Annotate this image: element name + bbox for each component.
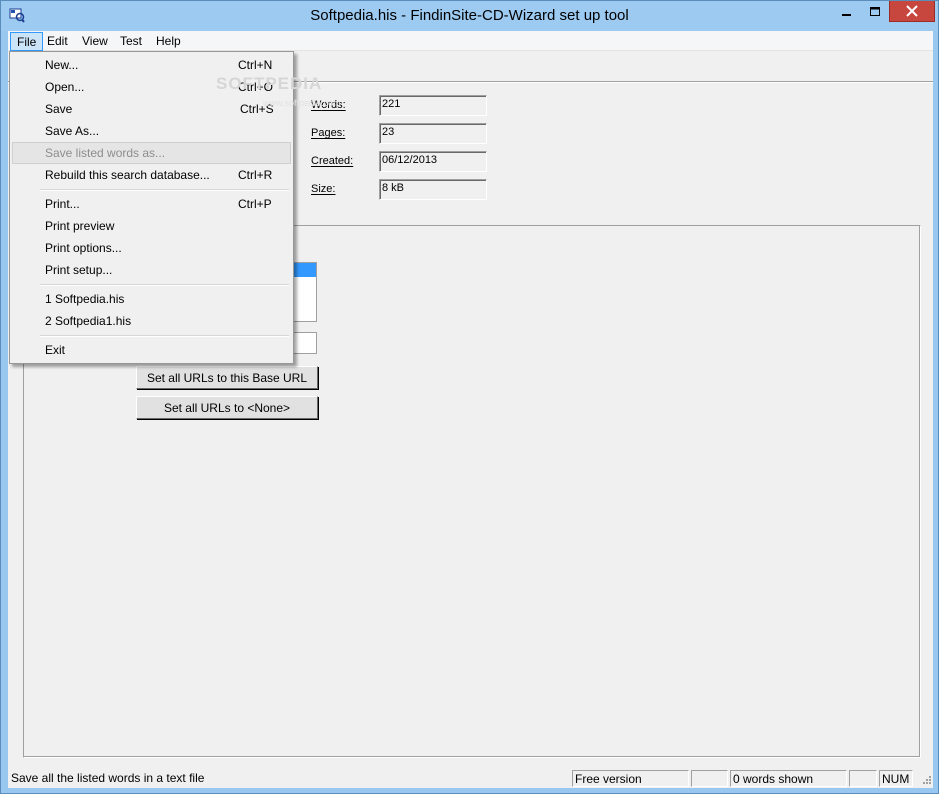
close-button[interactable] — [889, 1, 935, 22]
maximize-icon — [870, 7, 880, 16]
menu-item-print-setup[interactable]: Print setup... — [12, 259, 291, 281]
menu-item-save-as[interactable]: Save As... — [12, 120, 291, 142]
menu-help[interactable]: Help — [150, 32, 187, 51]
menu-item-save-listed-words[interactable]: Save listed words as... — [12, 142, 291, 164]
menu-separator — [40, 189, 289, 191]
menu-separator — [40, 335, 289, 337]
menu-item-print-preview[interactable]: Print preview — [12, 215, 291, 237]
size-label: Size: — [311, 183, 336, 195]
menu-item-exit[interactable]: Exit — [12, 339, 291, 361]
menu-item-recent-1[interactable]: 1 Softpedia.his — [12, 288, 291, 310]
menu-item-rebuild-database[interactable]: Rebuild this search database... Ctrl+R — [12, 164, 291, 186]
set-none-button[interactable]: Set all URLs to <None> — [136, 396, 318, 419]
size-field: 8 kB — [379, 179, 487, 200]
title-bar[interactable]: Softpedia.his - FindinSite-CD-Wizard set… — [1, 1, 938, 31]
maximize-button[interactable] — [861, 1, 889, 23]
menu-separator — [40, 284, 289, 286]
menu-item-recent-2[interactable]: 2 Softpedia1.his — [12, 310, 291, 332]
status-bar: Save all the listed words in a text file… — [8, 768, 933, 788]
menu-item-print[interactable]: Print... Ctrl+P — [12, 193, 291, 215]
menu-view[interactable]: View — [76, 32, 114, 51]
pages-label: Pages: — [311, 127, 346, 139]
words-field: 221 — [379, 95, 487, 116]
minimize-button[interactable] — [833, 1, 861, 23]
menu-edit[interactable]: Edit — [41, 32, 74, 51]
status-empty-pane-2 — [849, 770, 877, 787]
status-num: NUM — [879, 770, 913, 787]
menu-item-print-options[interactable]: Print options... — [12, 237, 291, 259]
close-icon — [906, 5, 918, 17]
status-version: Free version — [572, 770, 689, 787]
menu-bar: File Edit View Test Help — [8, 31, 933, 51]
app-window: Softpedia.his - FindinSite-CD-Wizard set… — [0, 0, 939, 794]
status-words-shown: 0 words shown — [730, 770, 847, 787]
menu-item-open[interactable]: Open... Ctrl+O — [12, 76, 291, 98]
menu-item-save[interactable]: Save Ctrl+S — [12, 98, 291, 120]
minimize-icon — [842, 14, 851, 16]
created-field: 06/12/2013 — [379, 151, 487, 172]
menu-item-new[interactable]: New... Ctrl+N — [12, 54, 291, 76]
status-message: Save all the listed words in a text file — [11, 771, 205, 785]
window-title: Softpedia.his - FindinSite-CD-Wizard set… — [310, 7, 629, 24]
file-menu-dropdown: New... Ctrl+N Open... Ctrl+O Save Ctrl+S Sa… — [9, 51, 294, 364]
set-base-url-button[interactable]: Set all URLs to this Base URL — [136, 366, 318, 389]
status-empty-pane — [691, 770, 728, 787]
pages-field: 23 — [379, 123, 487, 144]
created-label: Created: — [311, 155, 354, 167]
menu-file[interactable]: File — [10, 32, 44, 51]
softpedia-watermark-url: www.softpedia.com — [263, 98, 341, 108]
resize-grip-icon[interactable] — [920, 775, 932, 787]
menu-test[interactable]: Test — [114, 32, 148, 51]
